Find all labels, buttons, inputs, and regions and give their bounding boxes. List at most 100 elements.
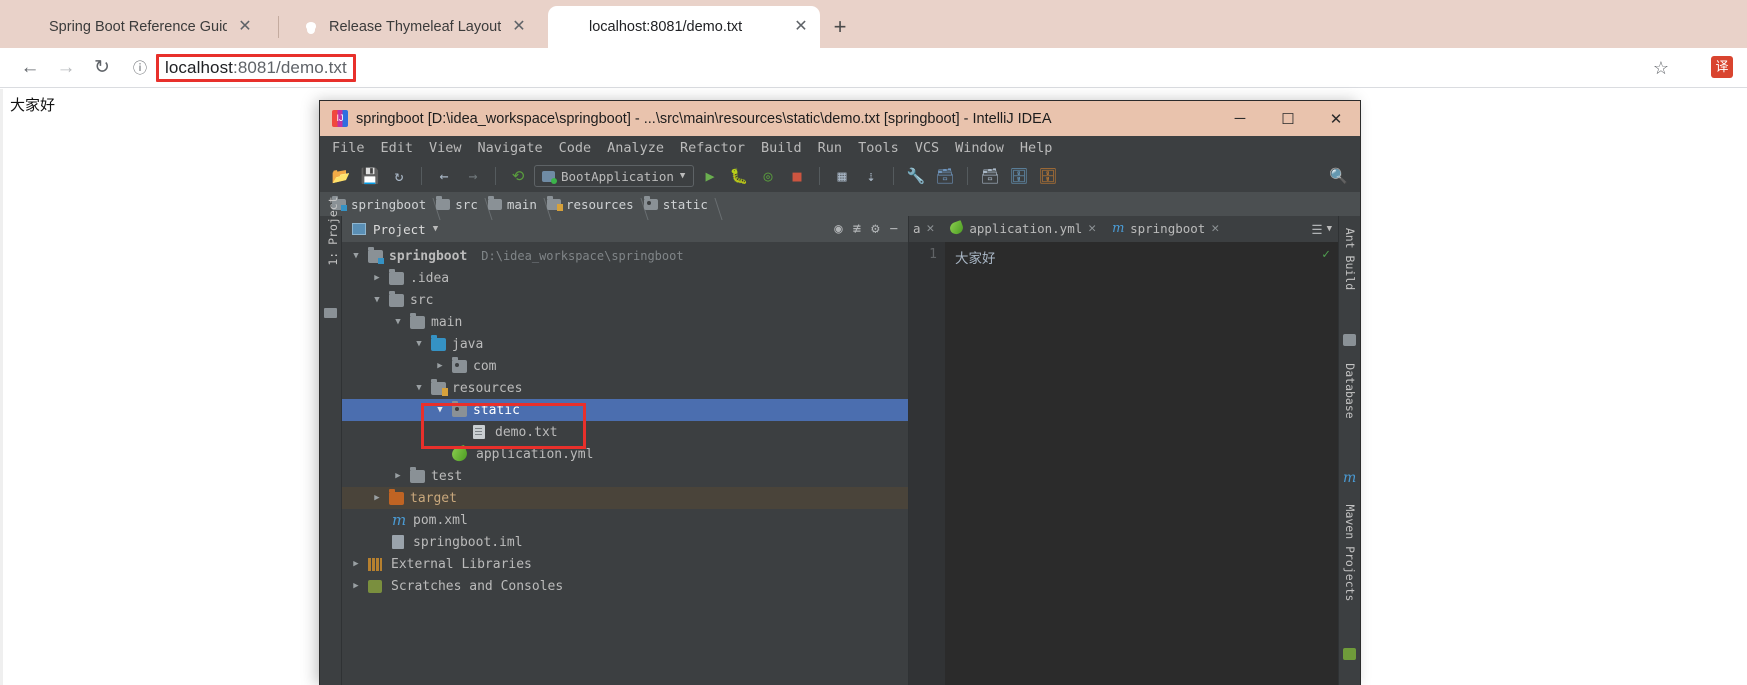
stop-icon[interactable]: ■ [784, 164, 810, 188]
close-icon[interactable]: ✕ [1312, 101, 1360, 136]
menu-edit[interactable]: Edit [381, 140, 414, 156]
tree-node-static[interactable]: ▼ static [342, 399, 908, 421]
breadcrumb-item-static[interactable]: static [640, 195, 714, 212]
install-icon[interactable]: ⇣ [858, 164, 884, 188]
close-icon[interactable]: ✕ [510, 19, 528, 35]
menu-navigate[interactable]: Navigate [478, 140, 543, 156]
chevron-down-icon[interactable]: ▼ [413, 383, 425, 393]
browser-tab-2[interactable]: Release Thymeleaf Layout Dial ✕ [288, 6, 544, 48]
tree-node-target[interactable]: ▶ target [342, 487, 908, 509]
menu-vcs[interactable]: VCS [915, 140, 939, 156]
back-arrow-icon[interactable]: ← [431, 164, 457, 188]
chevron-down-icon[interactable]: ▼ [413, 339, 425, 349]
back-icon[interactable]: ← [12, 50, 48, 86]
menu-refactor[interactable]: Refactor [680, 140, 745, 156]
tree-node-src[interactable]: ▼ src [342, 289, 908, 311]
bean-toolwindow-icon[interactable] [1343, 648, 1356, 660]
menu-code[interactable]: Code [559, 140, 592, 156]
project-tree[interactable]: ▼ springboot D:\idea_workspace\springboo… [342, 242, 908, 685]
tree-node-idea[interactable]: ▶ .idea [342, 267, 908, 289]
chevron-down-icon[interactable]: ▼ [434, 405, 446, 415]
breadcrumb-item-springboot[interactable]: springboot [328, 195, 432, 212]
run-icon[interactable]: ▶ [697, 164, 723, 188]
chevron-right-icon[interactable]: ▶ [371, 493, 383, 503]
close-icon[interactable]: ✕ [1211, 221, 1219, 236]
toolwindow-button-ant-build[interactable]: Ant Build [1343, 228, 1357, 290]
menu-build[interactable]: Build [761, 140, 802, 156]
inspection-status-icon[interactable]: ✓ [1322, 247, 1330, 262]
chevron-down-icon[interactable]: ▼ [371, 295, 383, 305]
editor-tab-partial[interactable]: a ✕ [909, 216, 942, 242]
tree-node-main[interactable]: ▼ main [342, 311, 908, 333]
translate-extension-icon[interactable]: 译 [1711, 56, 1733, 78]
menu-window[interactable]: Window [955, 140, 1004, 156]
chevron-down-icon[interactable]: ▼ [680, 171, 685, 181]
chevron-right-icon[interactable]: ▶ [392, 471, 404, 481]
browser-tab-3[interactable]: localhost:8081/demo.txt ✕ [548, 6, 820, 48]
close-icon[interactable]: ✕ [236, 19, 254, 35]
debug-icon[interactable]: 🐛 [726, 164, 752, 188]
bookmark-star-icon[interactable]: ☆ [1653, 58, 1669, 79]
sdk-manager-icon[interactable]: 🗃 [977, 164, 1003, 188]
editor-tab-application-yml[interactable]: application.yml ✕ [942, 216, 1104, 242]
tree-node-test[interactable]: ▶ test [342, 465, 908, 487]
menu-analyze[interactable]: Analyze [607, 140, 664, 156]
chevron-right-icon[interactable]: ▶ [371, 273, 383, 283]
forward-arrow-icon[interactable]: → [460, 164, 486, 188]
project-structure-icon[interactable]: 🗃 [932, 164, 958, 188]
open-folder-icon[interactable]: 📂 [328, 164, 354, 188]
intellij-titlebar[interactable]: springboot [D:\idea_workspace\springboot… [320, 101, 1360, 136]
tree-node-application-yml[interactable]: ▸ application.yml [342, 443, 908, 465]
structure-icon[interactable] [324, 308, 337, 318]
run-coverage-icon[interactable]: ◎ [755, 164, 781, 188]
tree-node-springboot[interactable]: ▼ springboot D:\idea_workspace\springboo… [342, 245, 908, 267]
tab-list-icon[interactable]: ☰ [1311, 222, 1322, 237]
sql-icon[interactable]: 🗄 [1035, 164, 1061, 188]
chevron-right-icon[interactable]: ▶ [350, 559, 362, 569]
new-tab-button[interactable]: + [826, 14, 854, 42]
sync-icon[interactable]: ↻ [386, 164, 412, 188]
close-icon[interactable]: ✕ [792, 19, 810, 35]
collapse-all-icon[interactable]: ≢ [853, 221, 861, 237]
hide-icon[interactable]: − [890, 221, 898, 237]
close-icon[interactable]: ✕ [927, 221, 935, 236]
browser-tab-1[interactable]: Spring Boot Reference Guide ✕ [8, 6, 270, 48]
run-configuration-selector[interactable]: BootApplication ▼ [534, 165, 694, 187]
tree-node-springboot-iml[interactable]: springboot.iml [342, 531, 908, 553]
build-hammer-icon[interactable]: ⟲ [505, 164, 531, 188]
settings-gear-icon[interactable]: ⚙ [871, 221, 879, 237]
tree-node-demo-txt[interactable]: ▸ demo.txt [342, 421, 908, 443]
tree-node-com[interactable]: ▶ com [342, 355, 908, 377]
update-app-icon[interactable]: ▦ [829, 164, 855, 188]
menu-tools[interactable]: Tools [858, 140, 899, 156]
site-info-icon[interactable]: ⓘ [126, 58, 154, 78]
maximize-icon[interactable]: ☐ [1264, 101, 1312, 136]
toolwindow-button-maven[interactable]: Maven Projects [1343, 505, 1357, 602]
search-everywhere-icon[interactable]: 🔍 [1329, 167, 1348, 185]
chevron-down-icon[interactable]: ▼ [392, 317, 404, 327]
save-all-icon[interactable]: 💾 [357, 164, 383, 188]
reload-icon[interactable]: ↻ [84, 50, 120, 86]
breadcrumb-item-resources[interactable]: resources [543, 195, 640, 212]
chevron-right-icon[interactable]: ▶ [350, 581, 362, 591]
code-content[interactable]: 大家好 [945, 242, 1338, 685]
chevron-down-icon[interactable]: ▼ [433, 224, 438, 234]
close-icon[interactable]: ✕ [1088, 221, 1096, 236]
breadcrumb-item-main[interactable]: main [484, 195, 543, 212]
toolwindow-button-project[interactable]: 1: Project [326, 196, 340, 266]
chevron-down-icon[interactable]: ▼ [350, 251, 362, 261]
chevron-down-icon[interactable]: ▼ [1327, 224, 1332, 234]
settings-wrench-icon[interactable]: 🔧 [903, 164, 929, 188]
menu-run[interactable]: Run [818, 140, 842, 156]
url-input[interactable]: localhost:8081/demo.txt [165, 58, 347, 77]
menu-help[interactable]: Help [1020, 140, 1053, 156]
tree-node-resources[interactable]: ▼ resources [342, 377, 908, 399]
tree-node-external-libraries[interactable]: ▶ External Libraries [342, 553, 908, 575]
editor-tab-springboot[interactable]: m springboot ✕ [1104, 216, 1227, 242]
chevron-right-icon[interactable]: ▶ [434, 361, 446, 371]
minimize-icon[interactable]: ─ [1216, 101, 1264, 136]
toolwindow-button-database[interactable]: Database [1343, 363, 1357, 418]
tree-node-java[interactable]: ▼ java [342, 333, 908, 355]
tree-node-scratches[interactable]: ▶ Scratches and Consoles [342, 575, 908, 597]
code-editor[interactable]: 1 大家好 ✓ [909, 242, 1338, 685]
